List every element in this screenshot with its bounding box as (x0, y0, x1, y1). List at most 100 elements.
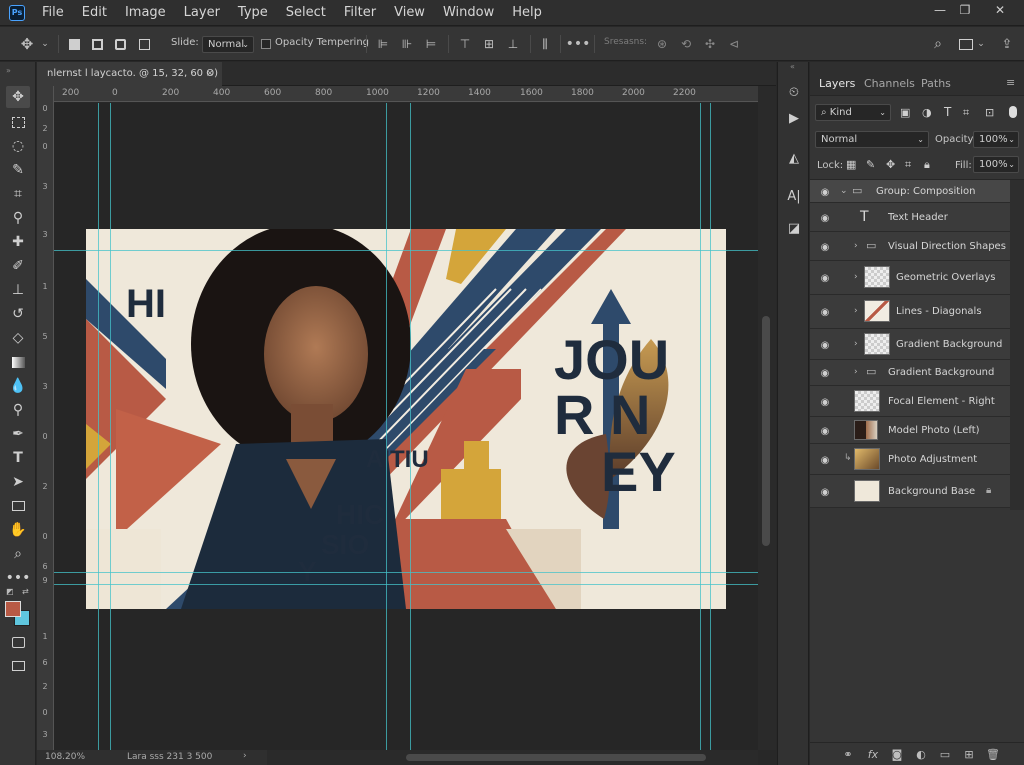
trash-icon[interactable]: 🗑︎ (985, 747, 1001, 761)
adjustments-panel-icon[interactable]: ◭ (784, 148, 804, 168)
document-tab[interactable]: nlernst l laycacto. @ 15, 32, 60 O) * × (37, 62, 222, 103)
menu-select[interactable]: Select (277, 0, 335, 26)
menu-view[interactable]: View (385, 0, 434, 26)
add-selection-icon[interactable] (89, 35, 105, 53)
chevron-right-icon[interactable]: › (854, 367, 858, 377)
layer-row[interactable]: ◉ › Lines - Diagonals (810, 295, 1010, 329)
chevron-right-icon[interactable]: › (854, 241, 858, 251)
lasso-tool-icon[interactable]: ◌ (6, 135, 30, 157)
workspace-icon[interactable] (956, 35, 976, 53)
roll-3d-icon[interactable]: ⟲ (677, 35, 695, 53)
eye-icon[interactable]: ◉ (818, 185, 832, 199)
menu-window[interactable]: Window (434, 0, 503, 26)
eye-icon[interactable]: ◉ (818, 366, 832, 380)
scroll-thumb[interactable] (406, 754, 706, 761)
guide[interactable] (700, 103, 701, 750)
eyedropper-tool-icon[interactable]: ⚲ (6, 207, 30, 229)
chevron-down-icon[interactable]: ⌄ (975, 35, 987, 53)
new-group-icon[interactable]: ▭ (937, 747, 953, 761)
eye-icon[interactable]: ◉ (818, 424, 832, 438)
actions-panel-icon[interactable]: ▶ (784, 108, 804, 128)
opacity-checkbox[interactable] (261, 39, 271, 49)
guide[interactable] (386, 103, 387, 750)
lock-position-icon[interactable]: ✥ (886, 158, 895, 171)
video-3d-icon[interactable]: ⊲ (725, 35, 743, 53)
align-right-icon[interactable]: ⊨ (422, 35, 440, 53)
lock-pixels-icon[interactable]: ✎ (866, 158, 875, 171)
move-tool-icon[interactable]: ✥ (16, 35, 38, 53)
align-bottom-icon[interactable]: ⊥ (504, 35, 522, 53)
layer-row[interactable]: ◉ T Text Header (810, 203, 1010, 232)
default-colors-icon[interactable]: ◩ (6, 587, 14, 596)
distribute-icon[interactable]: ⫼ (536, 35, 554, 53)
guide[interactable] (98, 103, 99, 750)
character-panel-icon[interactable]: A| (784, 186, 804, 206)
dodge-tool-icon[interactable]: ⚲ (6, 399, 30, 421)
layer-row[interactable]: ◉ ⌄ ▭ Group: Composition (810, 180, 1010, 203)
pen-tool-icon[interactable]: ✒ (6, 423, 30, 445)
zoom-level[interactable]: 108.20% (45, 752, 85, 762)
fx-icon[interactable]: fx (865, 747, 881, 761)
lock-artboard-icon[interactable]: ⌗ (905, 158, 911, 172)
layer-row[interactable]: ◉ ↳ Photo Adjustment (810, 444, 1010, 475)
align-middle-icon[interactable]: ⊞ (480, 35, 498, 53)
menu-layer[interactable]: Layer (175, 0, 229, 26)
filter-toggle[interactable] (1009, 106, 1017, 118)
orbit-3d-icon[interactable]: ⊛ (653, 35, 671, 53)
tab-paths[interactable]: Paths (921, 77, 951, 90)
new-layer-icon[interactable]: ⊞ (961, 747, 977, 761)
layer-row[interactable]: ◉ Model Photo (Left) (810, 417, 1010, 444)
blend-mode-dropdown[interactable]: Normal ⌄ (815, 131, 929, 148)
canvas-area[interactable]: HI AITIU HIC SIO Y JOU R N EY (54, 103, 758, 750)
guide[interactable] (54, 572, 758, 573)
history-panel-icon[interactable]: ⏲ (784, 82, 804, 102)
intersect-selection-icon[interactable] (136, 35, 152, 53)
align-top-icon[interactable]: ⊤ (456, 35, 474, 53)
menu-file[interactable]: File (33, 0, 73, 26)
chevron-down-icon[interactable]: ⌄ (38, 35, 52, 53)
share-icon[interactable]: ⇪ (998, 35, 1016, 53)
layer-row[interactable]: ◉ › ▭ Gradient Background (810, 360, 1010, 386)
marquee-tool-icon[interactable] (6, 111, 30, 133)
brush-tool-icon[interactable]: ✐ (6, 255, 30, 277)
quick-mask-icon[interactable] (6, 631, 30, 653)
crop-tool-icon[interactable]: ⌗ (6, 183, 30, 205)
swap-colors-icon[interactable]: ⇄ (22, 587, 29, 596)
pan-3d-icon[interactable]: ✣ (701, 35, 719, 53)
eye-icon[interactable]: ◉ (818, 211, 832, 225)
hand-tool-icon[interactable]: ✋ (6, 519, 30, 541)
opacity-input[interactable]: 100% ⌄ (973, 131, 1019, 148)
search-icon[interactable]: ⌕ (928, 35, 948, 53)
subtract-selection-icon[interactable] (112, 35, 128, 53)
menu-edit[interactable]: Edit (73, 0, 116, 26)
shape-filter-icon[interactable]: ⌗ (963, 106, 969, 120)
layer-row[interactable]: ◉ Background Base 🔒︎ (810, 475, 1010, 508)
type-filter-icon[interactable]: T (944, 105, 951, 119)
align-left-icon[interactable]: ⊫ (374, 35, 392, 53)
foreground-color-swatch[interactable] (5, 601, 21, 617)
zoom-tool-icon[interactable]: ⌕ (6, 543, 30, 565)
guide[interactable] (54, 250, 758, 251)
history-brush-icon[interactable]: ↺ (6, 303, 30, 325)
guide[interactable] (110, 103, 111, 750)
restore-button[interactable]: ❐ (953, 0, 977, 20)
layer-row[interactable]: ◉ › Geometric Overlays (810, 261, 1010, 295)
adjustment-layer-icon[interactable]: ◐ (913, 747, 929, 761)
collapse-tools-icon[interactable]: » (6, 66, 11, 75)
lock-transparent-icon[interactable]: ▦ (846, 158, 856, 171)
rectangle-tool-icon[interactable] (6, 495, 30, 517)
path-select-tool-icon[interactable]: ➤ (6, 471, 30, 493)
chevron-right-icon[interactable]: › (854, 339, 858, 349)
blend-mode-dropdown[interactable]: Normal ⌄ (202, 36, 254, 53)
eye-icon[interactable]: ◉ (818, 305, 832, 319)
lock-all-icon[interactable]: 🔒︎ (924, 158, 930, 172)
move-tool-icon[interactable]: ✥ (6, 86, 30, 108)
eye-icon[interactable]: ◉ (818, 453, 832, 467)
type-tool-icon[interactable]: T (6, 447, 30, 469)
chevron-right-icon[interactable]: › (854, 272, 858, 282)
layers-scrollbar[interactable] (1010, 180, 1024, 510)
smart-object-filter-icon[interactable]: ⊡ (985, 106, 994, 119)
guide[interactable] (54, 584, 758, 585)
blur-tool-icon[interactable]: 💧 (6, 375, 30, 397)
add-mask-icon[interactable]: ◙ (889, 747, 905, 761)
